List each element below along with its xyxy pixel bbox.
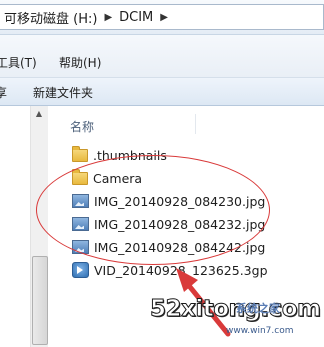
- annotation-arrow-icon: [176, 268, 231, 337]
- watermark-url: www.win7.com: [226, 326, 294, 336]
- watermark-subtitle: 系统之家: [236, 302, 280, 315]
